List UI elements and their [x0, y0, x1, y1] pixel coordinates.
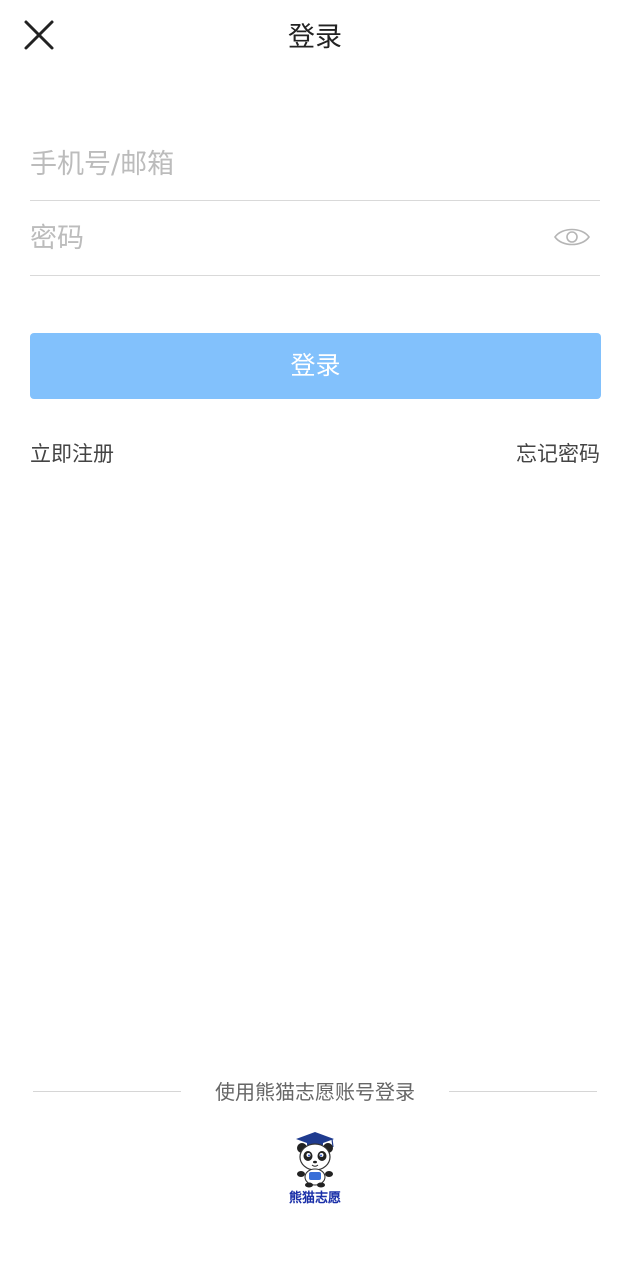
page-title: 登录 — [288, 22, 342, 53]
divider-line-right — [449, 1091, 597, 1092]
account-input[interactable] — [30, 134, 510, 194]
header-bar: 登录 — [0, 0, 630, 80]
login-button[interactable]: 登录 — [30, 333, 601, 399]
third-party-login-text: 使用熊猫志愿账号登录 — [215, 1080, 415, 1104]
eye-icon — [554, 228, 590, 246]
panda-mascot-icon — [296, 1132, 334, 1188]
forgot-password-link[interactable]: 忘记密码 — [516, 438, 600, 470]
password-input[interactable] — [30, 208, 510, 268]
panda-volunteer-login-button[interactable]: 熊猫志愿 — [280, 1130, 350, 1212]
panda-brand-label: 熊猫志愿 — [288, 1191, 341, 1206]
account-field — [30, 134, 600, 201]
third-party-divider: 使用熊猫志愿账号登录 — [33, 1076, 597, 1108]
password-field — [30, 208, 600, 276]
toggle-password-visibility-button[interactable] — [552, 222, 592, 252]
register-link[interactable]: 立即注册 — [30, 438, 114, 470]
